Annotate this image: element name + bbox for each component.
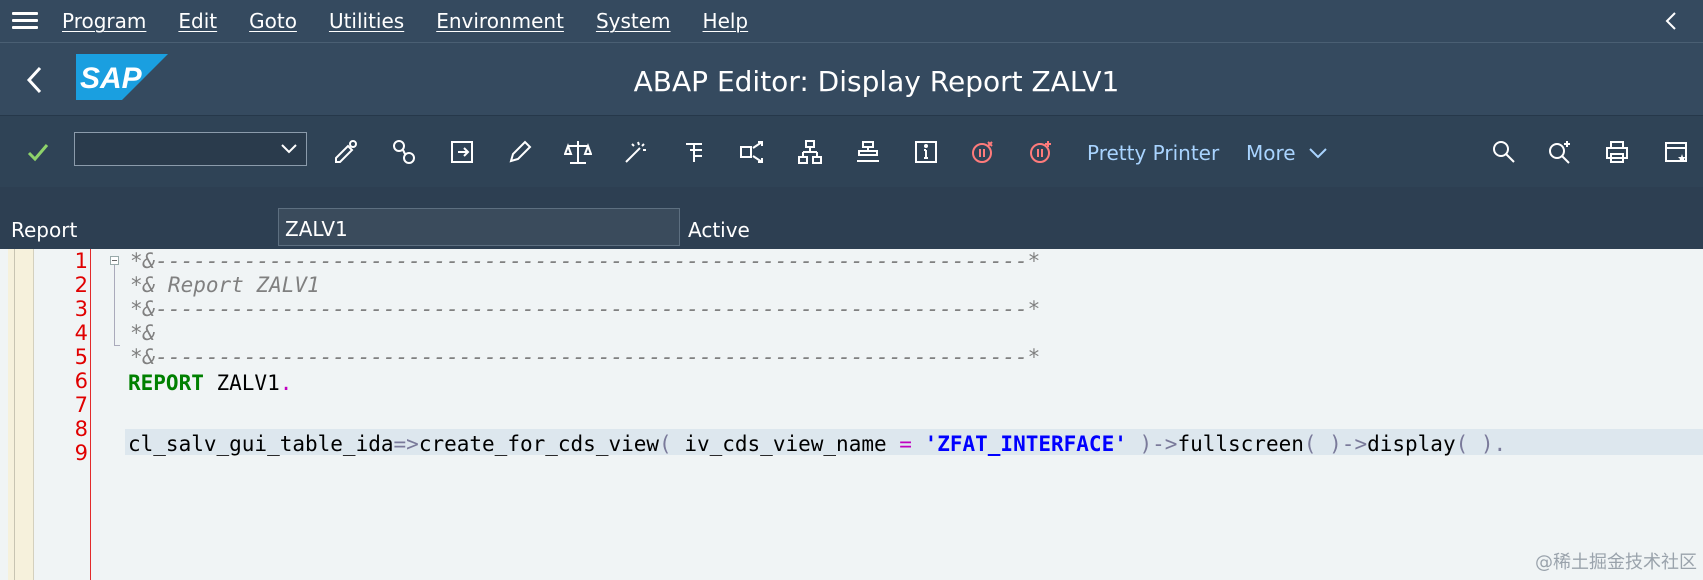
active-inactive-icon[interactable] — [388, 136, 420, 168]
line-number: 7 — [74, 393, 88, 417]
search-next-icon[interactable] — [1544, 136, 1576, 168]
check-syntax-icon[interactable] — [562, 136, 594, 168]
menu-edit[interactable]: Edit — [178, 9, 217, 33]
line-number: 2 — [74, 273, 88, 297]
code-line-3: *&--------------------------------------… — [130, 297, 1041, 321]
edit-icon[interactable] — [504, 136, 536, 168]
menu-system[interactable]: System — [596, 9, 671, 33]
paren-open: ( — [659, 432, 685, 456]
string-literal: 'ZFAT_INTERFACE' — [924, 432, 1127, 456]
line-number: 6 — [74, 369, 88, 393]
method-fullscreen: fullscreen — [1177, 432, 1304, 456]
header-fields: Report ZALV1 Active — [0, 187, 1703, 247]
pretty-printer-button[interactable]: Pretty Printer — [1087, 141, 1219, 165]
method-create-for-cds-view: create_for_cds_view — [418, 432, 660, 456]
navigation-window-icon[interactable] — [852, 136, 884, 168]
menu-goto[interactable]: Goto — [249, 9, 297, 33]
display-change-icon[interactable] — [330, 136, 362, 168]
chevron-left-icon[interactable] — [1661, 10, 1681, 32]
class-name: cl_salv_gui_table_ida — [128, 432, 394, 456]
line-number-separator — [90, 249, 91, 580]
line-number: 4 — [74, 321, 88, 345]
test-icon[interactable] — [678, 136, 710, 168]
more-button[interactable]: More — [1246, 141, 1328, 165]
info-icon[interactable] — [910, 136, 942, 168]
period: . — [279, 371, 293, 395]
more-label: More — [1246, 141, 1296, 165]
report-label: Report — [11, 218, 78, 242]
code-editor[interactable]: 1 2 3 4 5 6 7 8 9 *&--------------------… — [0, 249, 1703, 580]
menu-utilities[interactable]: Utilities — [329, 9, 404, 33]
code-line-4: *& — [130, 321, 156, 345]
menu-environment[interactable]: Environment — [436, 9, 564, 33]
program-name: ZALV1 — [203, 371, 280, 395]
editor-gutter — [8, 249, 34, 580]
keyword-report: REPORT — [128, 371, 204, 395]
code-line-1: *&--------------------------------------… — [130, 249, 1041, 273]
static-call-operator: => — [393, 432, 419, 456]
search-icon[interactable] — [1488, 136, 1520, 168]
chevron-down-icon — [281, 144, 297, 154]
object-list-icon[interactable] — [794, 136, 826, 168]
code-line-6: REPORT ZALV1. — [128, 371, 292, 395]
fold-guide — [114, 265, 115, 345]
menu-bar: Program Edit Goto Utilities Environment … — [0, 0, 1703, 43]
chevron-down-icon — [1309, 148, 1327, 159]
customize-layout-icon[interactable] — [1660, 136, 1692, 168]
line-number: 5 — [74, 345, 88, 369]
fold-guide-end — [114, 345, 120, 346]
line-number: 3 — [74, 297, 88, 321]
paren-pair-arrow: ( )-> — [1303, 432, 1368, 456]
status-text: Active — [688, 218, 750, 242]
line-number: 1 — [74, 249, 88, 273]
session-breakpoint-icon[interactable] — [1026, 136, 1058, 168]
set-breakpoint-icon[interactable] — [968, 136, 1000, 168]
report-name-field[interactable]: ZALV1 — [278, 208, 680, 246]
paren-close-arrow: )-> — [1126, 432, 1178, 456]
equals-operator: = — [899, 432, 925, 456]
command-field-combo[interactable] — [74, 132, 307, 166]
code-line-2: *& Report ZALV1 — [130, 273, 320, 297]
watermark: @稀土掘金技术社区 — [1535, 552, 1697, 573]
menu-help[interactable]: Help — [703, 9, 749, 33]
code-line-5: *&--------------------------------------… — [130, 345, 1041, 369]
application-toolbar: Pretty Printer More — [0, 115, 1703, 188]
hamburger-menu-icon[interactable] — [12, 11, 38, 31]
method-display: display — [1367, 432, 1456, 456]
parameter-name: iv_cds_view_name — [684, 432, 900, 456]
page-title: ABAP Editor: Display Report ZALV1 — [633, 65, 1120, 98]
print-icon[interactable] — [1601, 136, 1633, 168]
paren-pair-period: ( ). — [1455, 432, 1507, 456]
title-bar: SAP ABAP Editor: Display Report ZALV1 — [0, 43, 1703, 115]
line-number: 9 — [74, 441, 88, 465]
other-object-icon[interactable] — [446, 136, 478, 168]
activate-icon[interactable] — [620, 136, 652, 168]
where-used-icon[interactable] — [736, 136, 768, 168]
check-icon[interactable] — [22, 136, 54, 168]
menu-program[interactable]: Program — [62, 9, 146, 33]
code-line-9: cl_salv_gui_table_ida=>create_for_cds_vi… — [128, 432, 1506, 456]
fold-toggle-icon[interactable] — [110, 256, 119, 265]
line-number: 8 — [74, 417, 88, 441]
